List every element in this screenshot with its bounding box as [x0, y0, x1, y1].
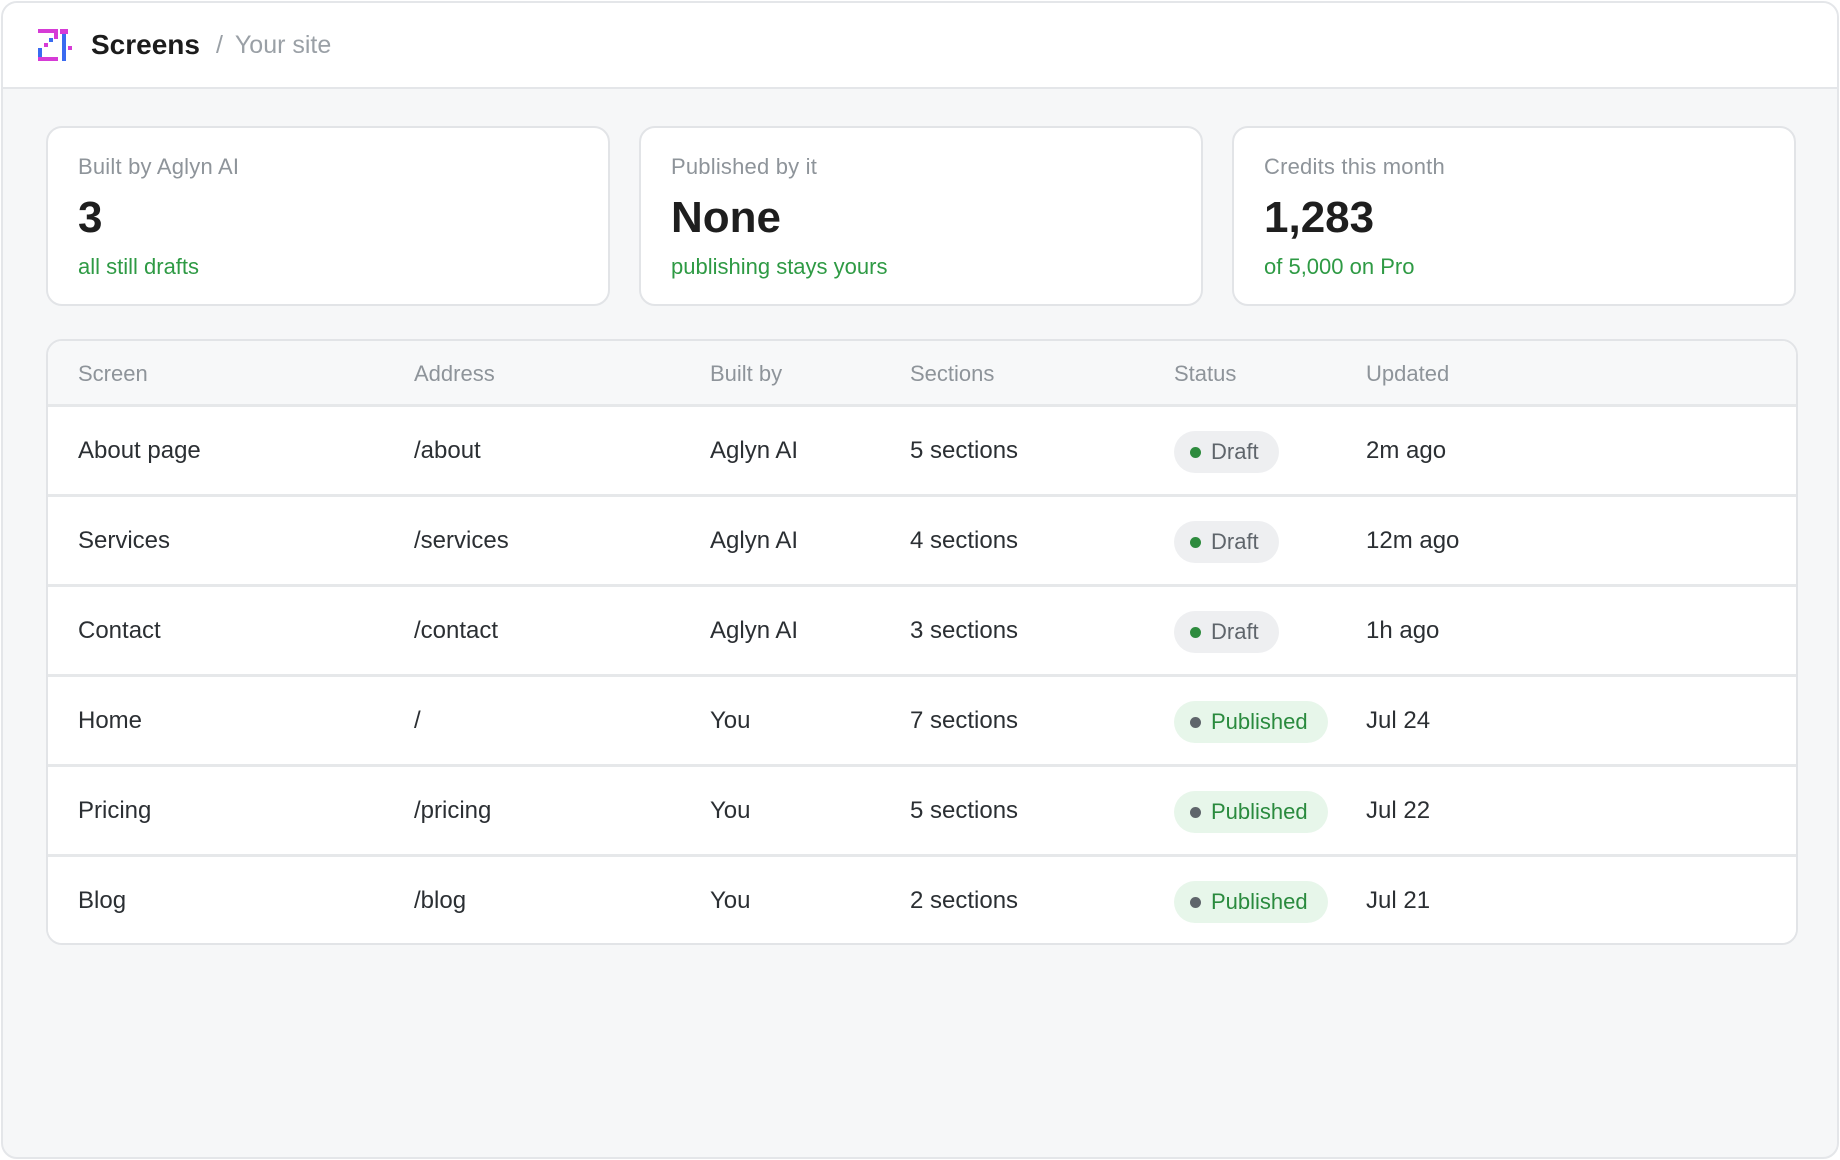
- status-dot-icon: [1190, 716, 1201, 728]
- status-label: Published: [1211, 799, 1308, 824]
- cell-sections: 2 sections: [910, 887, 1019, 914]
- column-header-address[interactable]: Address: [414, 361, 495, 387]
- stat-note: of 5,000 on Pro: [1264, 254, 1415, 279]
- status-label: Draft: [1211, 619, 1259, 644]
- stat-note: all still drafts: [78, 254, 200, 279]
- stat-value: 1,283: [1264, 193, 1375, 242]
- cell-address: /about: [414, 437, 481, 464]
- status-badge: Published: [1174, 881, 1328, 923]
- status-dot-icon: [1190, 446, 1201, 458]
- breadcrumb-separator: /: [215, 30, 223, 59]
- cell-address: /blog: [414, 887, 467, 914]
- cell-screen: Pricing: [78, 797, 152, 824]
- cell-updated: Jul 22: [1366, 797, 1431, 824]
- stat-card-credits: Credits this month 1,283 of 5,000 on Pro: [1232, 126, 1796, 306]
- top-bar: Screens / Your site: [3, 3, 1837, 89]
- status-label: Published: [1211, 709, 1308, 734]
- column-header-built-by[interactable]: Built by: [710, 361, 782, 387]
- cell-screen: About page: [78, 437, 201, 464]
- stat-label: Built by Aglyn AI: [78, 154, 240, 179]
- cell-sections: 3 sections: [910, 617, 1019, 644]
- column-header-status[interactable]: Status: [1174, 361, 1236, 387]
- screens-table: Screen Address Built by Sections Status …: [46, 339, 1798, 945]
- cell-updated: 12m ago: [1366, 527, 1460, 554]
- cell-address: /pricing: [414, 797, 492, 824]
- table-row[interactable]: Contact /contact Aglyn AI 3 sections Dra…: [48, 587, 1796, 677]
- status-label: Draft: [1211, 439, 1259, 464]
- stat-card-published: Published by it None publishing stays yo…: [639, 126, 1203, 306]
- status-dot-icon: [1190, 806, 1201, 818]
- cell-sections: 5 sections: [910, 437, 1019, 464]
- column-header-screen[interactable]: Screen: [78, 361, 148, 387]
- status-label: Draft: [1211, 529, 1259, 554]
- status-badge: Draft: [1174, 431, 1279, 473]
- cell-address: /: [414, 707, 421, 734]
- app-window: Screens / Your site Built by Aglyn AI 3 …: [1, 1, 1839, 1159]
- stat-label: Credits this month: [1264, 154, 1445, 179]
- cell-updated: 1h ago: [1366, 617, 1440, 644]
- cell-built-by: You: [710, 887, 751, 914]
- cell-address: /services: [414, 527, 509, 554]
- cell-screen: Blog: [78, 887, 127, 914]
- stat-note: publishing stays yours: [671, 254, 888, 279]
- column-header-updated[interactable]: Updated: [1366, 361, 1449, 387]
- cell-sections: 7 sections: [910, 707, 1019, 734]
- cell-sections: 4 sections: [910, 527, 1019, 554]
- table-header: Screen Address Built by Sections Status …: [48, 341, 1796, 407]
- table-row[interactable]: Services /services Aglyn AI 4 sections D…: [48, 497, 1796, 587]
- table-row[interactable]: Pricing /pricing You 5 sections Publishe…: [48, 767, 1796, 857]
- pixel-brand-logo-icon[interactable]: [35, 26, 73, 64]
- cell-updated: Jul 24: [1366, 707, 1431, 734]
- cell-built-by: You: [710, 707, 751, 734]
- cell-updated: 2m ago: [1366, 437, 1447, 464]
- table-row[interactable]: About page /about Aglyn AI 5 sections Dr…: [48, 407, 1796, 497]
- cell-address: /contact: [414, 617, 499, 644]
- status-badge: Draft: [1174, 521, 1279, 563]
- cell-built-by: You: [710, 797, 751, 824]
- status-badge: Draft: [1174, 611, 1279, 653]
- cell-built-by: Aglyn AI: [710, 617, 799, 644]
- stat-card-built: Built by Aglyn AI 3 all still drafts: [46, 126, 610, 306]
- status-label: Published: [1211, 889, 1308, 914]
- cell-sections: 5 sections: [910, 797, 1019, 824]
- page-title: Screens: [91, 29, 200, 60]
- cell-screen: Services: [78, 527, 171, 554]
- cell-updated: Jul 21: [1366, 887, 1431, 914]
- status-dot-icon: [1190, 536, 1201, 548]
- stat-value: None: [671, 193, 781, 242]
- cell-built-by: Aglyn AI: [710, 437, 799, 464]
- column-header-sections[interactable]: Sections: [910, 361, 994, 387]
- table-row[interactable]: Home / You 7 sections Published Jul 24: [48, 677, 1796, 767]
- stat-label: Published by it: [671, 154, 818, 179]
- status-badge: Published: [1174, 701, 1328, 743]
- stats-row: Built by Aglyn AI 3 all still drafts Pub…: [46, 126, 1796, 306]
- status-badge: Published: [1174, 791, 1328, 833]
- breadcrumb-site[interactable]: Your site: [235, 31, 331, 60]
- status-dot-icon: [1190, 626, 1201, 638]
- status-dot-icon: [1190, 896, 1201, 908]
- table-row[interactable]: Blog /blog You 2 sections Published Jul …: [48, 857, 1796, 943]
- cell-screen: Home: [78, 707, 143, 734]
- cell-built-by: Aglyn AI: [710, 527, 799, 554]
- cell-screen: Contact: [78, 617, 161, 644]
- stat-value: 3: [78, 193, 103, 242]
